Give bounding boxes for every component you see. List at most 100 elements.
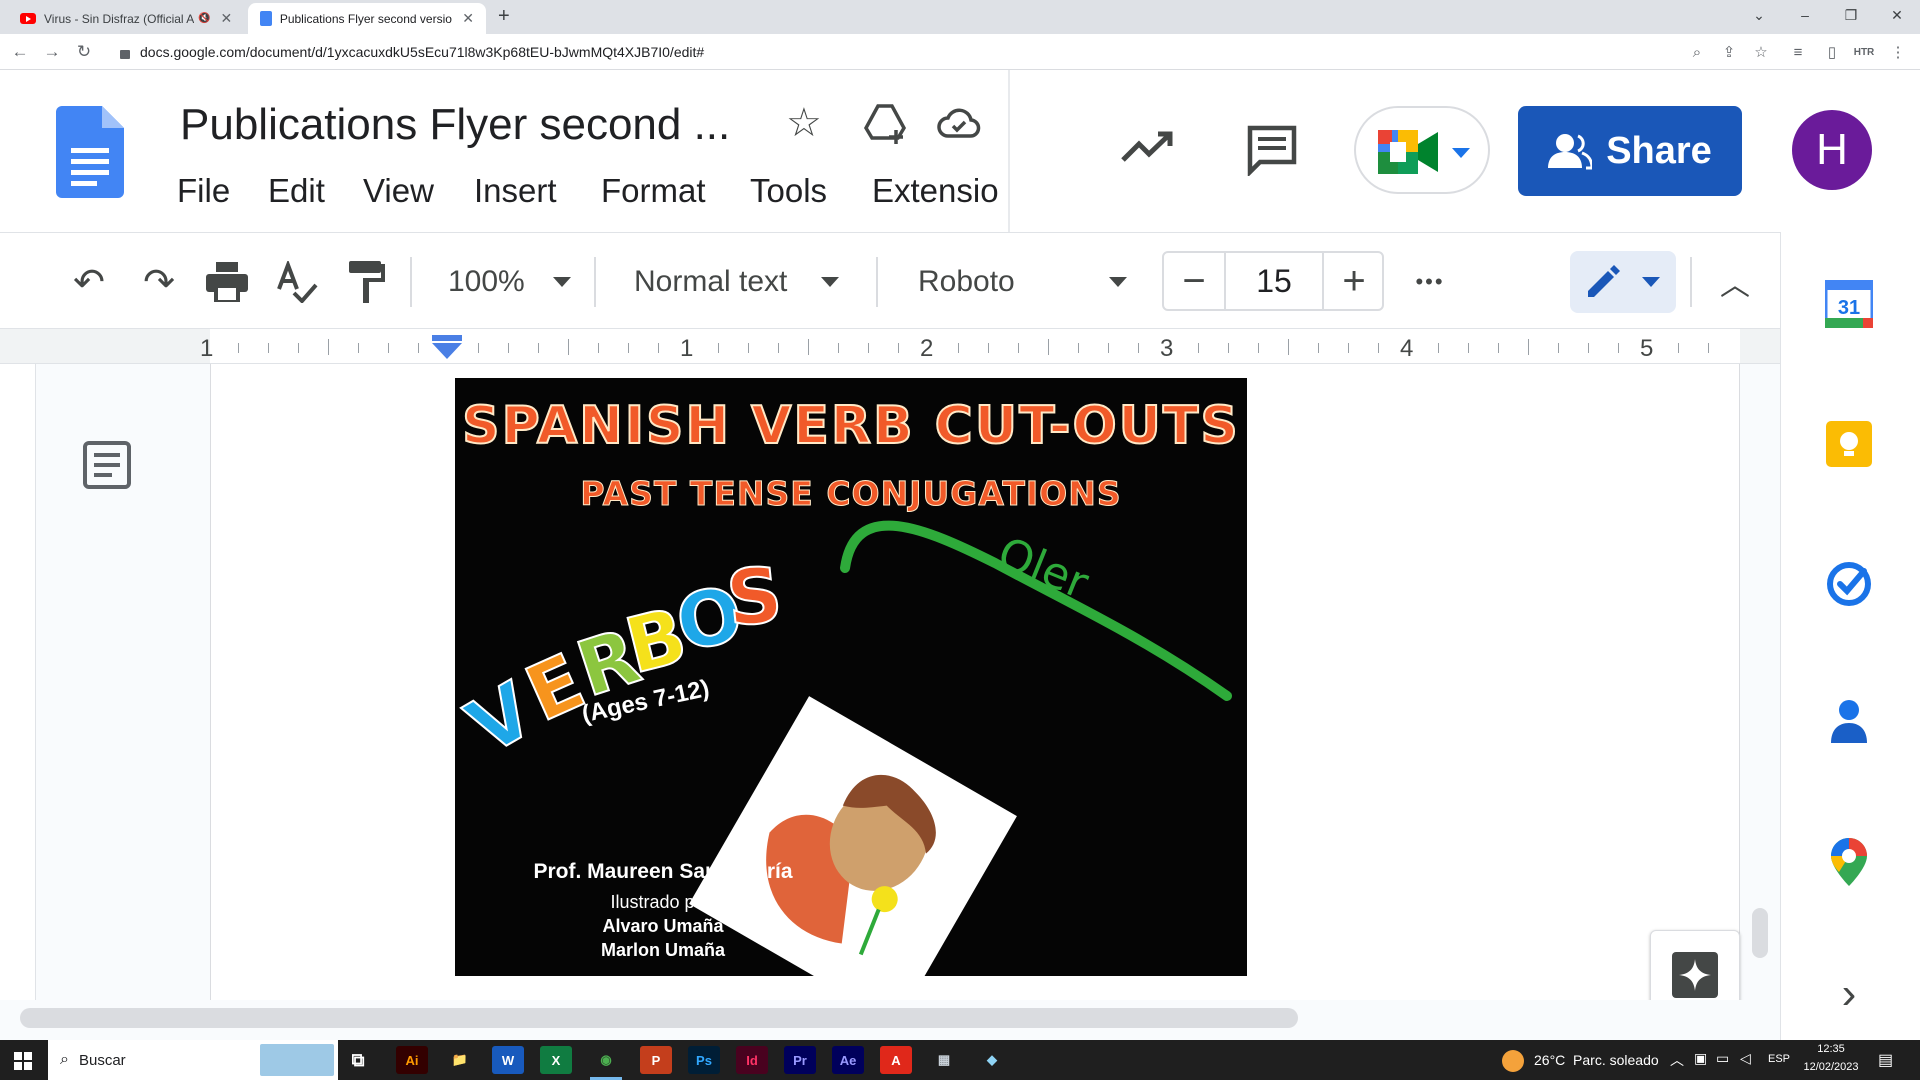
camera-icon[interactable]: ▣ [1694,1050,1707,1067]
bookmark-star-icon[interactable]: ☆ [1749,40,1773,64]
share-button[interactable]: Share [1518,106,1742,196]
reload-icon[interactable]: ↻ [72,40,96,64]
tab-google-docs[interactable]: Publications Flyer second version ✕ [248,3,486,34]
url-text: docs.google.com/document/d/1yxcacuxdkU5s… [140,44,705,60]
new-tab-button[interactable]: + [498,5,510,28]
taskbar-app-icon[interactable]: Ae [832,1046,864,1074]
document-title[interactable]: Publications Flyer second ... [180,100,730,150]
font-size-input[interactable]: 15 [1224,253,1324,309]
activity-trend-icon[interactable] [1120,126,1176,166]
url-bar[interactable]: docs.google.com/document/d/1yxcacuxdkU5s… [108,38,1764,66]
ruler-number: 4 [1400,335,1414,362]
back-icon[interactable]: ← [8,40,32,64]
move-to-drive-icon[interactable] [862,100,908,146]
tasks-icon[interactable] [1823,558,1875,610]
flyer-image[interactable]: SPANISH VERB CUT-OUTS PAST TENSE CONJUGA… [455,378,1247,976]
share-page-icon[interactable]: ⇪ [1717,40,1741,64]
tab-search-icon[interactable]: ⌄ [1736,0,1782,30]
expand-side-panel-chevron-icon[interactable]: › [1823,968,1875,1020]
taskbar-search[interactable]: ⌕ Buscar [48,1040,338,1080]
clock-date[interactable]: 12/02/2023 [1796,1061,1866,1073]
menu-file[interactable]: File [177,172,230,210]
undo-icon[interactable]: ↶ [64,257,114,307]
indent-marker-icon[interactable] [432,335,462,359]
vertical-scrollbar-thumb[interactable] [1752,908,1768,958]
taskbar-app-icon[interactable]: ◆ [976,1046,1008,1074]
network-icon[interactable]: ▭ [1716,1050,1729,1067]
editing-mode-button[interactable] [1570,251,1676,313]
cloud-saved-icon[interactable] [936,104,982,144]
close-window-button[interactable]: ✕ [1874,0,1920,30]
clock-time[interactable]: 12:35 [1796,1043,1866,1055]
more-options-icon[interactable]: ••• [1405,257,1455,307]
ruler-tick [658,343,659,353]
zoom-icon[interactable]: ⌕ [1685,40,1709,64]
menu-extensions[interactable]: Extensio [872,172,1006,210]
spellcheck-icon[interactable] [272,257,322,307]
menu-tools[interactable]: Tools [750,172,827,210]
extension-htr-icon[interactable]: HTR [1852,40,1876,64]
close-tab-icon[interactable]: ✕ [462,10,474,27]
hide-menus-chevron-up-icon[interactable]: ︿ [1710,257,1760,307]
menu-format[interactable]: Format [601,172,706,210]
windows-start-icon[interactable] [14,1052,32,1070]
menu-insert[interactable]: Insert [474,172,557,210]
ruler-number: 3 [1160,335,1174,362]
menu-view[interactable]: View [363,172,434,210]
system-tray-chevron-icon[interactable]: ︿ [1670,1050,1684,1070]
font-family-select[interactable]: Roboto [918,257,1144,307]
taskbar-app-icon[interactable]: Pr [784,1046,816,1074]
windows-taskbar: ⌕ Buscar ⧉ Ai 📁 W X ◉ P Ps Id Pr Ae A ▦ ◆ 26°C Parc.… [0,1040,1920,1080]
meet-button[interactable] [1354,106,1490,194]
decrease-font-size-button[interactable]: − [1164,253,1224,309]
document-outline-icon[interactable] [82,440,132,490]
volume-icon[interactable]: ◁ [1740,1050,1751,1067]
side-panel-icon[interactable]: ▯ [1820,40,1844,64]
reading-list-icon[interactable]: ≡ [1786,40,1810,64]
paragraph-style-select[interactable]: Normal text [634,257,864,307]
ruler-tick [298,343,299,353]
forward-icon[interactable]: → [40,40,64,64]
increase-font-size-button[interactable]: + [1324,253,1384,309]
taskbar-app-icon[interactable]: P [640,1046,672,1074]
calendar-icon[interactable]: 31 [1823,278,1875,330]
ruler-number: 5 [1640,335,1654,362]
task-view-icon[interactable]: ⧉ [342,1046,374,1074]
taskbar-app-icon[interactable]: A [880,1046,912,1074]
taskbar-app-icon[interactable]: X [540,1046,572,1074]
meet-icon [1378,130,1438,174]
account-avatar[interactable]: H [1792,110,1872,190]
comments-icon[interactable] [1246,124,1298,178]
keep-icon[interactable] [1823,418,1875,470]
close-tab-icon[interactable]: ✕ [220,10,232,27]
ruler-tick [1348,343,1349,353]
language-indicator[interactable]: ESP [1768,1053,1790,1065]
browser-menu-icon[interactable]: ⋮ [1886,40,1910,64]
print-icon[interactable] [202,257,252,307]
weather-text[interactable]: 26°C Parc. soleado [1534,1052,1659,1068]
taskbar-app-icon[interactable]: Ps [688,1046,720,1074]
tab-youtube[interactable]: Virus - Sin Disfraz (Official A 🔇 ✕ [8,3,248,34]
maximize-button[interactable]: ❐ [1828,0,1874,30]
paint-format-icon[interactable] [342,257,392,307]
docs-logo-icon[interactable] [56,106,124,198]
taskbar-app-icon[interactable]: W [492,1046,524,1074]
taskbar-app-icon[interactable]: 📁 [444,1046,476,1074]
taskbar-app-icon[interactable]: Id [736,1046,768,1074]
maps-icon[interactable] [1823,836,1875,888]
menu-edit[interactable]: Edit [268,172,325,210]
contacts-icon[interactable] [1823,696,1875,748]
redo-icon[interactable]: ↷ [134,257,184,307]
font-value: Roboto [918,265,1015,298]
zoom-select[interactable]: 100% [448,257,578,307]
star-icon[interactable]: ☆ [786,100,822,146]
weather-sun-icon[interactable] [1502,1050,1524,1072]
horizontal-scrollbar[interactable] [20,1008,1298,1028]
mute-icon[interactable]: 🔇 [198,13,210,24]
minimize-button[interactable]: – [1782,0,1828,30]
taskbar-app-icon[interactable]: ◉ [590,1046,622,1074]
taskbar-app-icon[interactable]: ▦ [928,1046,960,1074]
notifications-icon[interactable]: ▤ [1878,1050,1893,1070]
search-highlight-illustration [260,1044,334,1076]
taskbar-app-icon[interactable]: Ai [396,1046,428,1074]
